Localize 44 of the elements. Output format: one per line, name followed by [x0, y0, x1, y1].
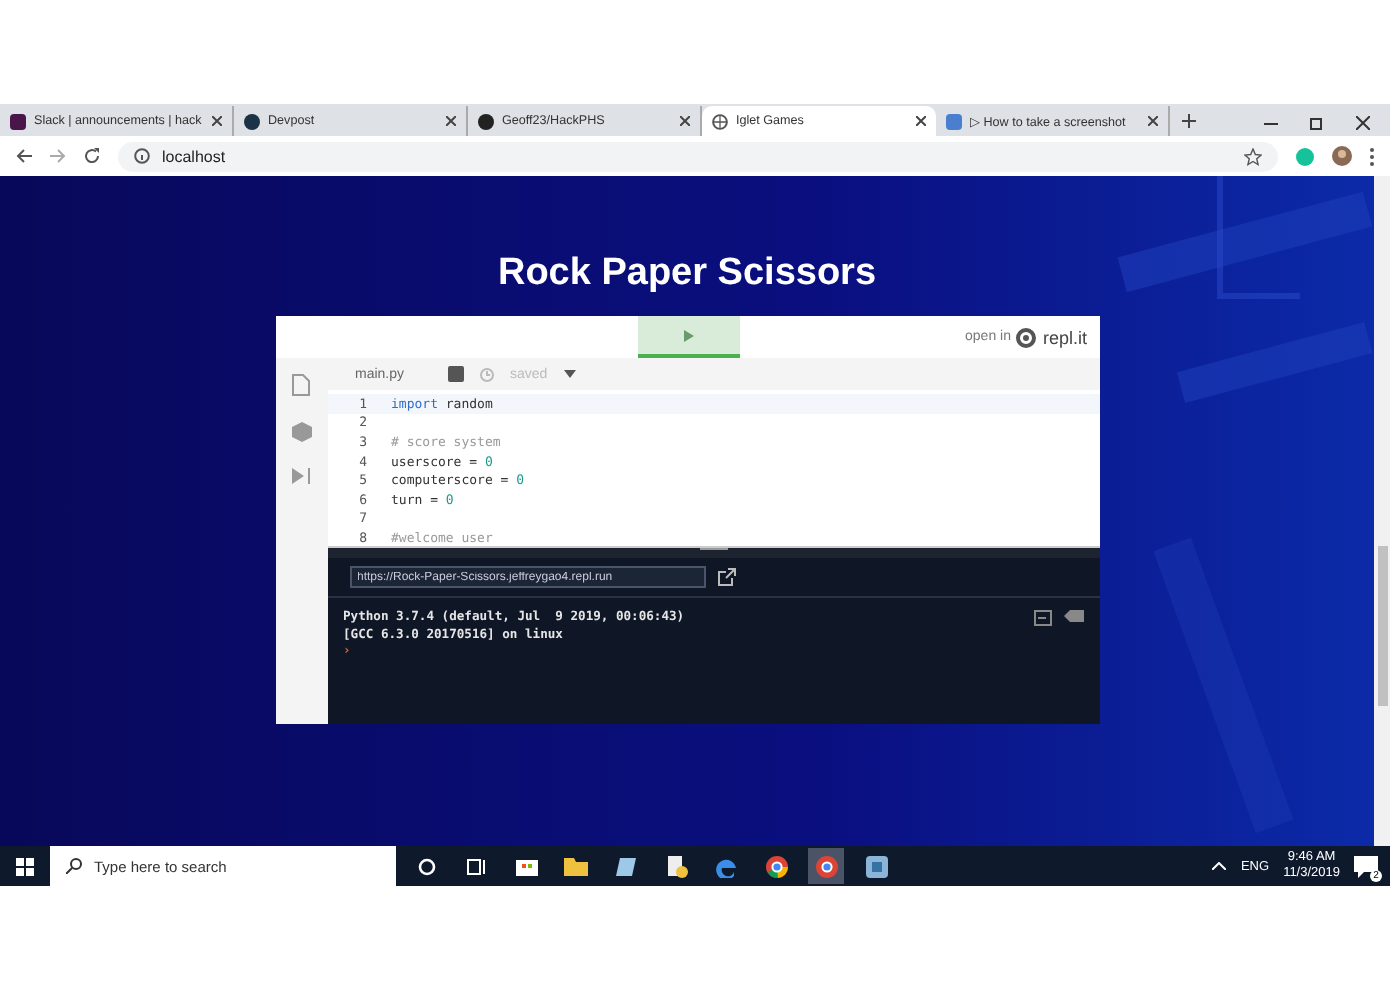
- input-icon[interactable]: [1033, 610, 1051, 626]
- address-bar[interactable]: localhost: [118, 141, 1278, 171]
- clock-icon: [480, 367, 495, 381]
- chrome-icon[interactable]: [765, 855, 787, 877]
- close-icon[interactable]: [916, 116, 926, 126]
- caret-icon[interactable]: [563, 370, 576, 378]
- file-icon[interactable]: [292, 374, 310, 396]
- back-icon[interactable]: [16, 148, 32, 164]
- play-icon: [683, 329, 693, 341]
- close-icon[interactable]: [212, 116, 222, 126]
- close-icon[interactable]: [1356, 116, 1370, 130]
- avatar-icon[interactable]: [1332, 146, 1352, 166]
- notes-icon[interactable]: [615, 855, 637, 877]
- close-icon[interactable]: [446, 116, 456, 126]
- search-icon: [66, 858, 82, 874]
- step-icon[interactable]: [291, 468, 311, 484]
- globe-icon: [712, 113, 728, 129]
- cube-icon[interactable]: [291, 422, 311, 442]
- store-icon[interactable]: [515, 856, 537, 876]
- windows-icon[interactable]: [16, 857, 34, 875]
- external-link-icon[interactable]: [717, 568, 735, 586]
- cortana-icon[interactable]: [417, 857, 435, 875]
- new-tab-icon[interactable]: [1182, 114, 1196, 128]
- chevron-up-icon[interactable]: [1212, 862, 1227, 870]
- console-icon[interactable]: [448, 366, 465, 382]
- task-view-icon[interactable]: [466, 857, 486, 875]
- clear-icon[interactable]: [1063, 610, 1083, 622]
- folder-icon[interactable]: [564, 857, 588, 875]
- scrollbar-thumb[interactable]: [1377, 546, 1387, 706]
- reload-icon[interactable]: [84, 148, 100, 164]
- logo-icon: [1016, 327, 1037, 347]
- edge-icon[interactable]: [715, 855, 737, 877]
- close-icon[interactable]: [1148, 116, 1158, 126]
- python-icon[interactable]: [865, 855, 887, 877]
- page-title: Rock Paper Scissors: [497, 252, 877, 296]
- star-icon[interactable]: [1244, 147, 1262, 165]
- chrome-icon[interactable]: [815, 855, 837, 877]
- brand-name[interactable]: repl.it: [1042, 327, 1087, 347]
- video-icon: [946, 113, 962, 129]
- restore-icon[interactable]: [1310, 116, 1324, 130]
- info-icon: [134, 148, 150, 164]
- document-icon[interactable]: [665, 855, 687, 877]
- close-icon[interactable]: [680, 116, 690, 126]
- chat-icon: [10, 113, 26, 129]
